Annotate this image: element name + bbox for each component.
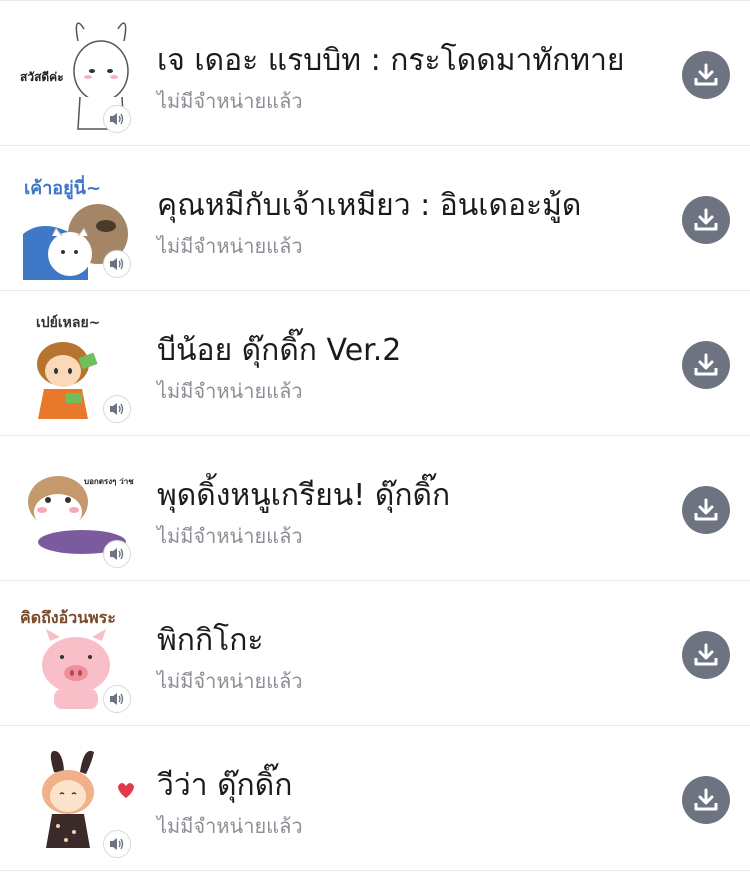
list-item[interactable]: วีว่า ดุ๊กดิ๊ก ไม่มีจำหน่ายแล้ว: [0, 726, 750, 871]
sticker-title: เจ เดอะ แรบบิท : กระโดดมาทักทาย: [157, 43, 625, 78]
availability-status: ไม่มีจำหน่ายแล้ว: [157, 379, 303, 403]
download-icon: [694, 63, 718, 86]
bear-and-cat-sticker-icon[interactable]: เค้าอยู่นี่~: [18, 164, 134, 280]
download-icon: [694, 643, 718, 666]
sticker-caption: สวัสดีค่ะ: [20, 70, 64, 84]
sticker-title: พุดดิ้งหนูเกรียน! ดุ๊กดิ๊ก: [157, 478, 451, 513]
download-button[interactable]: [682, 196, 730, 244]
download-button[interactable]: [682, 341, 730, 389]
download-icon: [694, 208, 718, 231]
sound-badge-icon[interactable]: [103, 395, 131, 423]
sound-badge-icon[interactable]: [103, 105, 131, 133]
sticker-caption: คิดถึงอ้วนพระ: [20, 608, 116, 627]
sound-badge-icon[interactable]: [103, 250, 131, 278]
download-button[interactable]: [682, 51, 730, 99]
sticker-caption: เค้าอยู่นี่~: [24, 175, 101, 200]
availability-status: ไม่มีจำหน่ายแล้ว: [157, 524, 303, 548]
download-icon: [694, 788, 718, 811]
download-button[interactable]: [682, 486, 730, 534]
bunny-girl-sticker-icon[interactable]: [18, 744, 134, 860]
sticker-caption: เปย์เหลย~: [36, 314, 100, 331]
availability-status: ไม่มีจำหน่ายแล้ว: [157, 234, 303, 258]
download-button[interactable]: [682, 631, 730, 679]
sound-badge-icon[interactable]: [103, 685, 131, 713]
sticker-title: บีน้อย ดุ๊กดิ๊ก Ver.2: [157, 333, 402, 368]
pink-pig-sticker-icon[interactable]: คิดถึงอ้วนพระ: [18, 599, 134, 715]
list-item[interactable]: สวัสดีค่ะ เจ เดอะ แรบบิท : กระโดดมาทักทา…: [0, 1, 750, 146]
list-item[interactable]: เปย์เหลย~ บีน้อย ดุ๊กดิ๊ก Ver.2 ไม่มีจำห…: [0, 291, 750, 436]
sticker-caption: บอกตรงๆ ว่าชอบ เผือก มาก: [84, 476, 134, 486]
list-item[interactable]: บอกตรงๆ ว่าชอบ เผือก มาก พุดดิ้งหนูเกรีย…: [0, 436, 750, 581]
availability-status: ไม่มีจำหน่ายแล้ว: [157, 669, 303, 693]
white-rabbit-sticker-icon[interactable]: สวัสดีค่ะ: [18, 19, 134, 135]
sound-badge-icon[interactable]: [103, 830, 131, 858]
sticker-list: สวัสดีค่ะ เจ เดอะ แรบบิท : กระโดดมาทักทา…: [0, 0, 750, 871]
hamster-sticker-icon[interactable]: บอกตรงๆ ว่าชอบ เผือก มาก: [18, 454, 134, 570]
download-icon: [694, 498, 718, 521]
sticker-title: วีว่า ดุ๊กดิ๊ก: [157, 768, 293, 803]
availability-status: ไม่มีจำหน่ายแล้ว: [157, 89, 303, 113]
sticker-title: พิกกิโกะ: [157, 623, 264, 658]
list-item[interactable]: เค้าอยู่นี่~ คุณหมีกับเจ้าเหมียว : อินเด…: [0, 146, 750, 291]
availability-status: ไม่มีจำหน่ายแล้ว: [157, 814, 303, 838]
boy-with-money-sticker-icon[interactable]: เปย์เหลย~: [18, 309, 134, 425]
download-button[interactable]: [682, 776, 730, 824]
list-item[interactable]: คิดถึงอ้วนพระ พิกกิโกะ ไม่มีจำหน่ายแล้ว: [0, 581, 750, 726]
download-icon: [694, 353, 718, 376]
sticker-title: คุณหมีกับเจ้าเหมียว : อินเดอะมู้ด: [157, 188, 582, 223]
sound-badge-icon[interactable]: [103, 540, 131, 568]
